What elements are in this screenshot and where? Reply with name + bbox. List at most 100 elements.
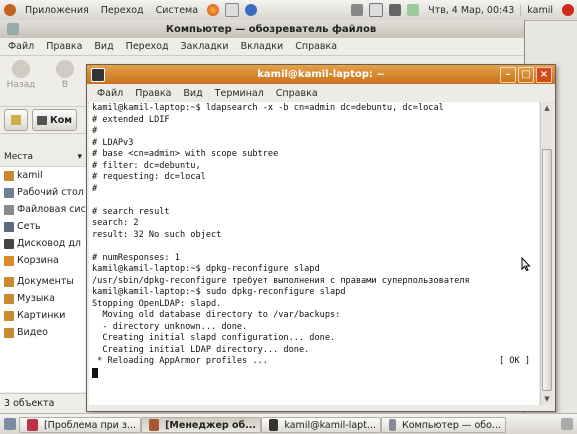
back-arrow-icon <box>12 60 30 78</box>
task-label: [Проблема при з... <box>43 419 136 431</box>
home-folder-icon <box>4 170 14 181</box>
terminal-text: kamil@kamil-laptop:~$ ldapsearch -x -b c… <box>89 102 539 381</box>
network-icon[interactable] <box>351 4 364 16</box>
fm-menu-help[interactable]: Справка <box>289 41 343 52</box>
sidebar-item-documents[interactable]: Документы <box>0 273 86 290</box>
fm-menu-file[interactable]: Файл <box>2 41 40 52</box>
close-icon[interactable]: × <box>536 67 552 83</box>
sidebar-item-pictures[interactable]: Картинки <box>0 307 86 324</box>
sidebar-item-home[interactable]: kamil <box>0 167 86 184</box>
taskbar-item-manager[interactable]: [Менеджер об... <box>141 417 261 433</box>
terminal-line: Moving old database directory to /var/ba… <box>92 310 341 320</box>
fm-menu-go[interactable]: Переход <box>120 41 175 52</box>
sidebar-item-network[interactable]: Сеть <box>0 218 86 235</box>
terminal-menubar: Файл Правка Вид Терминал Справка <box>87 84 555 103</box>
window-icon <box>27 419 38 431</box>
terminal-line: # <box>92 126 98 136</box>
scroll-down-icon[interactable]: ▼ <box>541 393 553 405</box>
terminal-cursor-line <box>92 367 536 380</box>
trash-icon[interactable] <box>561 418 573 430</box>
taskbar-item-terminal[interactable]: kamil@kamil-lapt... <box>261 417 381 433</box>
back-label: Назад <box>6 80 36 90</box>
sidebar-item-label: Рабочий стол <box>17 187 84 198</box>
terminal-scrollbar[interactable]: ▲ ▼ <box>540 102 553 405</box>
terminal-line: # filter: dc=debuntu, <box>92 160 201 171</box>
sidebar-item-videos[interactable]: Видео <box>0 324 86 341</box>
term-menu-view[interactable]: Вид <box>177 88 208 99</box>
fm-menu-tabs[interactable]: Вкладки <box>235 41 290 52</box>
firefox-icon[interactable] <box>207 4 220 16</box>
ok-status: [ OK ] <box>498 356 530 366</box>
scroll-up-icon[interactable]: ▲ <box>541 102 553 114</box>
user-menu[interactable]: kamil <box>520 4 559 16</box>
term-menu-terminal[interactable]: Терминал <box>209 88 270 99</box>
sidebar-item-label: Музыка <box>17 293 55 304</box>
maximize-icon[interactable]: □ <box>518 67 534 83</box>
term-menu-file[interactable]: Файл <box>91 88 129 99</box>
battery-icon[interactable] <box>407 4 420 16</box>
taskbar-item-computer[interactable]: Компьютер — обо... <box>381 417 506 433</box>
sidebar-item-label: kamil <box>17 170 43 181</box>
back-button[interactable]: Назад <box>2 60 40 90</box>
mail-notify-icon[interactable] <box>369 3 384 17</box>
folder-icon <box>4 310 14 321</box>
terminal-line: # <box>92 183 98 194</box>
terminal-titlebar[interactable]: kamil@kamil-laptop: ~ – □ × <box>87 65 555 84</box>
network-icon <box>4 221 14 232</box>
folder-icon <box>4 276 14 287</box>
sidebar-item-label: Картинки <box>17 310 66 321</box>
bottom-panel: [Проблема при з... [Менеджер об... kamil… <box>0 413 577 434</box>
status-text: 3 объекта <box>4 398 55 409</box>
terminal-line: search: 2 <box>92 218 139 228</box>
folder-icon <box>4 327 14 338</box>
pencil-icon <box>11 115 21 125</box>
sidebar-item-label: Видео <box>17 327 48 338</box>
terminal-line: kamil@kamil-laptop:~$ sudo dpkg-reconfig… <box>92 287 346 297</box>
sidebar-header[interactable]: Места ▾ <box>0 148 86 167</box>
minimize-icon[interactable]: – <box>500 67 516 83</box>
file-manager-titlebar[interactable]: Компьютер — обозреватель файлов <box>0 20 524 38</box>
terminal-output[interactable]: kamil@kamil-laptop:~$ ldapsearch -x -b c… <box>89 102 539 405</box>
fm-menu-view[interactable]: Вид <box>88 41 119 52</box>
computer-icon <box>37 115 47 125</box>
email-icon[interactable] <box>225 3 240 17</box>
fm-menu-bookmarks[interactable]: Закладки <box>175 41 235 52</box>
fm-menu-edit[interactable]: Правка <box>40 41 88 52</box>
desktop-icon <box>4 187 14 198</box>
file-manager-title: Компьютер — обозреватель файлов <box>165 23 377 35</box>
term-menu-help[interactable]: Справка <box>270 88 324 99</box>
sidebar-item-label: Сеть <box>17 221 41 232</box>
sidebar-item-label: Документы <box>17 276 74 287</box>
power-icon[interactable] <box>562 4 574 16</box>
menu-applications[interactable]: Приложения <box>19 5 95 16</box>
folder-icon <box>4 293 14 304</box>
forward-button[interactable]: В <box>46 60 84 90</box>
computer-icon <box>7 23 19 35</box>
volume-icon[interactable] <box>389 4 402 16</box>
show-desktop-icon[interactable] <box>4 418 16 430</box>
drive-icon <box>4 204 14 215</box>
clock[interactable]: Чтв, 4 Мар, 00:43 <box>422 5 520 16</box>
sidebar-item-music[interactable]: Музыка <box>0 290 86 307</box>
terminal-icon <box>91 68 105 82</box>
location-computer-button[interactable]: Ком <box>32 109 78 131</box>
scroll-thumb[interactable] <box>542 149 552 391</box>
edit-location-button[interactable] <box>4 109 28 131</box>
sidebar-item-trash[interactable]: Корзина <box>0 252 86 269</box>
ubuntu-logo-icon[interactable] <box>4 4 16 16</box>
terminal-line: Stopping OpenLDAP: slapd. <box>92 298 222 309</box>
terminal-line: result: 32 No such object <box>92 229 222 240</box>
help-icon[interactable] <box>245 4 258 16</box>
term-menu-edit[interactable]: Правка <box>129 88 177 99</box>
sidebar-item-floppy[interactable]: Дисковод дл <box>0 235 86 252</box>
window-icon <box>149 419 160 431</box>
taskbar-item-problem[interactable]: [Проблема при з... <box>19 417 141 433</box>
menu-places[interactable]: Переход <box>95 5 150 16</box>
floppy-icon <box>4 238 14 249</box>
sidebar-item-desktop[interactable]: Рабочий стол <box>0 184 86 201</box>
menu-system[interactable]: Система <box>150 5 204 16</box>
file-manager-menubar: Файл Правка Вид Переход Закладки Вкладки… <box>0 38 524 56</box>
sidebar-item-filesystem[interactable]: Файловая сис <box>0 201 86 218</box>
terminal-icon <box>269 419 279 431</box>
